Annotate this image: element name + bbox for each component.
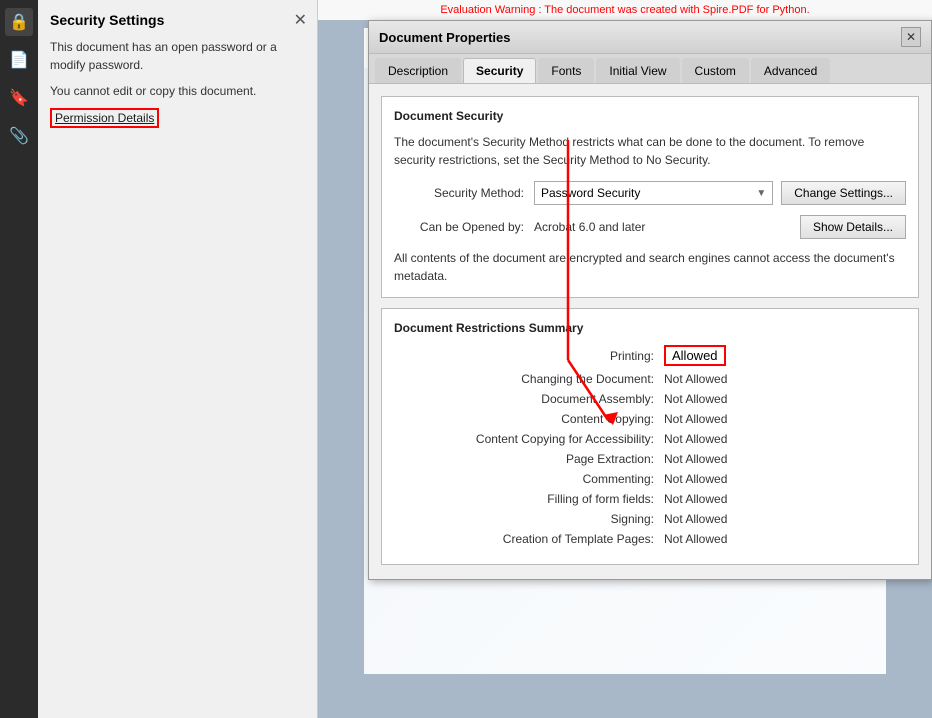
- tab-fonts[interactable]: Fonts: [538, 58, 594, 83]
- security-panel: Security Settings ✕ This document has an…: [38, 0, 318, 718]
- restriction-label-assembly: Document Assembly:: [394, 392, 654, 406]
- show-details-button[interactable]: Show Details...: [800, 215, 906, 239]
- security-panel-title: Security Settings: [50, 12, 305, 28]
- tab-description[interactable]: Description: [375, 58, 461, 83]
- restriction-label-page-extraction: Page Extraction:: [394, 452, 654, 466]
- restriction-value-printing: Allowed: [664, 345, 726, 366]
- tab-custom[interactable]: Custom: [682, 58, 749, 83]
- security-method-row: Security Method: Password Security ▼ Cha…: [394, 181, 906, 205]
- sidebar-paperclip-icon[interactable]: 📎: [5, 122, 33, 150]
- restriction-row-template-pages: Creation of Template Pages: Not Allowed: [394, 532, 906, 546]
- can-be-opened-value: Acrobat 6.0 and later: [534, 220, 645, 234]
- restriction-label-form-fields: Filling of form fields:: [394, 492, 654, 506]
- tab-initial-view[interactable]: Initial View: [596, 58, 679, 83]
- security-method-select[interactable]: Password Security ▼: [534, 181, 773, 205]
- restriction-label-content-accessibility: Content Copying for Accessibility:: [394, 432, 654, 446]
- pdf-viewer: Evaluation Warning : The document was cr…: [318, 0, 932, 718]
- restrictions-title: Document Restrictions Summary: [394, 321, 906, 335]
- restriction-row-changing: Changing the Document: Not Allowed: [394, 372, 906, 386]
- encryption-note: All contents of the document are encrypt…: [394, 249, 906, 285]
- restriction-row-form-fields: Filling of form fields: Not Allowed: [394, 492, 906, 506]
- dialog-close-button[interactable]: ✕: [901, 27, 921, 47]
- restriction-row-commenting: Commenting: Not Allowed: [394, 472, 906, 486]
- restrictions-section: Document Restrictions Summary Printing: …: [381, 308, 919, 565]
- dialog-overlay: Document Properties ✕ Description Securi…: [318, 0, 932, 718]
- restriction-value-content-copying: Not Allowed: [664, 412, 727, 426]
- restriction-row-assembly: Document Assembly: Not Allowed: [394, 392, 906, 406]
- sidebar-bookmark-icon[interactable]: 🔖: [5, 84, 33, 112]
- restriction-row-content-copying: Content Copying: Not Allowed: [394, 412, 906, 426]
- can-be-opened-label: Can be Opened by:: [394, 220, 524, 234]
- security-panel-close-button[interactable]: ✕: [294, 10, 307, 30]
- security-method-label: Security Method:: [394, 186, 524, 200]
- restriction-label-content-copying: Content Copying:: [394, 412, 654, 426]
- restriction-value-template-pages: Not Allowed: [664, 532, 727, 546]
- restriction-label-commenting: Commenting:: [394, 472, 654, 486]
- restriction-label-printing: Printing:: [394, 349, 654, 363]
- tab-security[interactable]: Security: [463, 58, 536, 83]
- can-be-opened-row: Can be Opened by: Acrobat 6.0 and later …: [394, 215, 906, 239]
- restriction-value-page-extraction: Not Allowed: [664, 452, 727, 466]
- restriction-value-content-accessibility: Not Allowed: [664, 432, 727, 446]
- change-settings-button[interactable]: Change Settings...: [781, 181, 906, 205]
- restriction-row-content-accessibility: Content Copying for Accessibility: Not A…: [394, 432, 906, 446]
- restriction-label-template-pages: Creation of Template Pages:: [394, 532, 654, 546]
- tab-advanced[interactable]: Advanced: [751, 58, 830, 83]
- dialog-titlebar: Document Properties ✕: [369, 21, 931, 54]
- security-method-value: Password Security: [541, 186, 640, 200]
- main-area: Security Settings ✕ This document has an…: [38, 0, 932, 718]
- restriction-value-commenting: Not Allowed: [664, 472, 727, 486]
- security-panel-text1: This document has an open password or a …: [50, 38, 305, 74]
- select-arrow-icon: ▼: [756, 188, 766, 199]
- document-security-description: The document's Security Method restricts…: [394, 133, 906, 169]
- restriction-row-signing: Signing: Not Allowed: [394, 512, 906, 526]
- sidebar-file-icon[interactable]: 📄: [5, 46, 33, 74]
- printing-value-text: Allowed: [672, 348, 718, 363]
- security-panel-text2: You cannot edit or copy this document.: [50, 82, 305, 100]
- document-security-section: Document Security The document's Securit…: [381, 96, 919, 298]
- restriction-value-changing: Not Allowed: [664, 372, 727, 386]
- dialog-tabs: Description Security Fonts Initial View …: [369, 54, 931, 84]
- document-security-title: Document Security: [394, 109, 906, 123]
- dialog-content: Document Security The document's Securit…: [369, 84, 931, 577]
- restriction-value-signing: Not Allowed: [664, 512, 727, 526]
- dialog-title: Document Properties: [379, 30, 510, 45]
- restriction-label-signing: Signing:: [394, 512, 654, 526]
- sidebar-lock-icon[interactable]: 🔒: [5, 8, 33, 36]
- permission-details-link[interactable]: Permission Details: [50, 108, 159, 128]
- restriction-value-form-fields: Not Allowed: [664, 492, 727, 506]
- restriction-row-printing: Printing: Allowed: [394, 345, 906, 366]
- restriction-label-changing: Changing the Document:: [394, 372, 654, 386]
- restriction-row-page-extraction: Page Extraction: Not Allowed: [394, 452, 906, 466]
- document-properties-dialog: Document Properties ✕ Description Securi…: [368, 20, 932, 580]
- sidebar: 🔒 📄 🔖 📎: [0, 0, 38, 718]
- restriction-value-assembly: Not Allowed: [664, 392, 727, 406]
